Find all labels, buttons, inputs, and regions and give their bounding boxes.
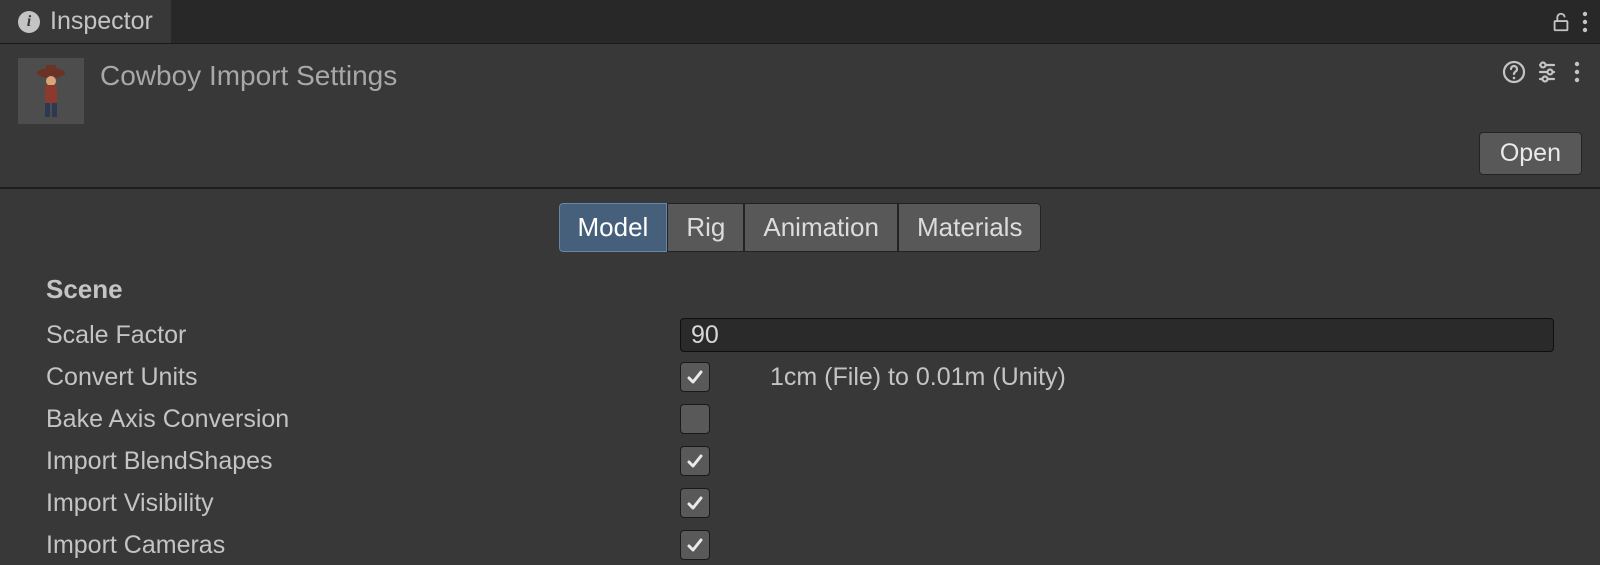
convert-units-extra: 1cm (File) to 0.01m (Unity) (770, 363, 1066, 392)
bake-axis-label: Bake Axis Conversion (46, 405, 680, 434)
asset-header: Cowboy Import Settings (0, 44, 1600, 124)
bake-axis-checkbox[interactable] (680, 404, 710, 434)
import-cameras-label: Import Cameras (46, 531, 680, 560)
import-visibility-checkbox[interactable] (680, 488, 710, 518)
tab-animation[interactable]: Animation (744, 203, 898, 252)
convert-units-label: Convert Units (46, 363, 680, 392)
tab-rig[interactable]: Rig (667, 203, 744, 252)
convert-units-checkbox[interactable] (680, 362, 710, 392)
panel-controls (1540, 0, 1600, 43)
lock-icon[interactable] (1550, 11, 1572, 33)
header-icons (1502, 58, 1582, 84)
field-import-cameras: Import Cameras (46, 525, 1554, 565)
kebab-menu-icon[interactable] (1572, 61, 1582, 83)
field-convert-units: Convert Units 1cm (File) to 0.01m (Unity… (46, 357, 1554, 397)
scale-factor-label: Scale Factor (46, 321, 680, 350)
panel-title: Inspector (50, 7, 153, 36)
inspector-tab-bar: i Inspector (0, 0, 1600, 44)
field-import-visibility: Import Visibility (46, 483, 1554, 523)
import-blendshapes-checkbox[interactable] (680, 446, 710, 476)
presets-icon[interactable] (1536, 60, 1562, 84)
import-blendshapes-label: Import BlendShapes (46, 447, 680, 476)
field-import-blendshapes: Import BlendShapes (46, 441, 1554, 481)
import-cameras-checkbox[interactable] (680, 530, 710, 560)
field-scale-factor: Scale Factor (46, 315, 1554, 355)
field-bake-axis: Bake Axis Conversion (46, 399, 1554, 439)
scale-factor-input[interactable] (680, 318, 1554, 352)
inspector-tab[interactable]: i Inspector (0, 0, 172, 43)
content-area: Model Rig Animation Materials Scene Scal… (0, 189, 1600, 565)
open-button[interactable]: Open (1479, 132, 1582, 175)
asset-thumbnail[interactable] (18, 58, 84, 124)
check-icon (685, 493, 705, 513)
kebab-menu-icon[interactable] (1580, 11, 1590, 33)
import-tabs: Model Rig Animation Materials (46, 203, 1554, 252)
check-icon (685, 367, 705, 387)
character-icon (31, 63, 71, 119)
tab-materials[interactable]: Materials (898, 203, 1041, 252)
info-icon: i (18, 11, 40, 33)
tab-model[interactable]: Model (559, 203, 668, 252)
import-visibility-label: Import Visibility (46, 489, 680, 518)
open-button-row: Open (0, 124, 1600, 187)
help-icon[interactable] (1502, 60, 1526, 84)
check-icon (685, 535, 705, 555)
section-scene-header: Scene (46, 274, 1554, 305)
check-icon (685, 451, 705, 471)
asset-title: Cowboy Import Settings (100, 58, 1502, 92)
